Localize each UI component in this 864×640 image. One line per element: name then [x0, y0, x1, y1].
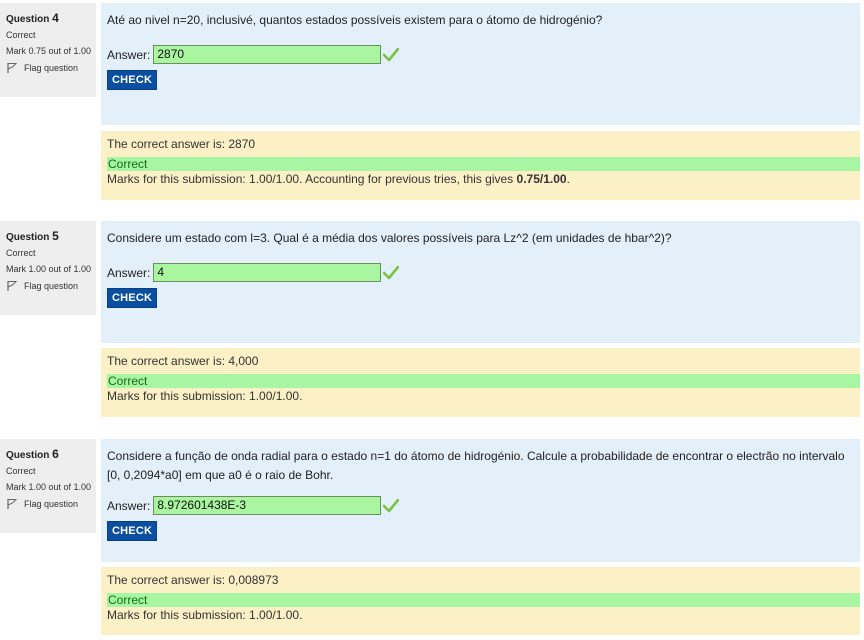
flag-question-link[interactable]: Flag question	[6, 498, 96, 510]
question-formulation: Considere a função de onda radial para o…	[101, 439, 860, 562]
question-formulation: Até ao nivel n=20, inclusivé, quantos es…	[101, 3, 860, 125]
marks-prefix: Marks for this submission: 1.00/1.00. Ac…	[107, 172, 517, 186]
question-6: Question 6 Correct Mark 1.00 out of 1.00…	[0, 439, 864, 639]
answer-label: Answer:	[107, 47, 151, 62]
check-button[interactable]: CHECK	[107, 288, 158, 308]
flag-icon	[7, 499, 18, 509]
question-formulation: Considere um estado com l=3. Qual é a mé…	[101, 221, 860, 343]
answer-row: Answer: 4	[107, 263, 854, 282]
question-text: Até ao nivel n=20, inclusivé, quantos es…	[107, 13, 603, 27]
marks-prefix: Marks for this submission: 1.00/1.00.	[107, 389, 303, 403]
answer-label: Answer:	[107, 265, 151, 280]
marks-suffix: .	[566, 172, 570, 186]
check-mark-icon	[383, 498, 400, 512]
correct-answer: The correct answer is: 2870	[107, 137, 256, 151]
flag-question-label: Flag question	[24, 281, 79, 291]
question-info: Question 6 Correct Mark 1.00 out of 1.00…	[0, 439, 96, 533]
question-label: Question	[6, 232, 50, 243]
answer-input[interactable]: 2870	[153, 45, 382, 64]
flag-question-label: Flag question	[24, 499, 79, 509]
flag-icon	[7, 63, 18, 73]
question-4: Question 4 Correct Mark 0.75 out of 1.00…	[0, 3, 864, 203]
question-outcome: The correct answer is: 0,008973 Correct …	[101, 567, 860, 635]
question-state: Correct	[6, 248, 36, 258]
flag-question-link[interactable]: Flag question	[6, 280, 96, 292]
question-number-value: 5	[52, 229, 59, 243]
marks-text: Marks for this submission: 1.00/1.00. Ac…	[107, 172, 854, 186]
check-button[interactable]: CHECK	[107, 521, 158, 541]
flag-icon	[7, 281, 18, 291]
question-info: Question 5 Correct Mark 1.00 out of 1.00…	[0, 221, 96, 315]
question-grade: Mark 1.00 out of 1.00	[6, 482, 92, 492]
question-number: Question 5	[6, 229, 96, 243]
question-5: Question 5 Correct Mark 1.00 out of 1.00…	[0, 221, 864, 421]
answer-row: Answer: 2870	[107, 45, 854, 64]
question-label: Question	[6, 14, 50, 25]
answer-input[interactable]: 8.972601438E-3	[153, 496, 382, 515]
marks-text: Marks for this submission: 1.00/1.00.	[107, 608, 854, 622]
check-mark-icon	[383, 47, 400, 61]
marks-text: Marks for this submission: 1.00/1.00.	[107, 389, 854, 403]
correct-answer: The correct answer is: 4,000	[107, 354, 259, 368]
feedback-correct: Correct	[107, 374, 860, 388]
correct-answer: The correct answer is: 0,008973	[107, 573, 279, 587]
question-number-value: 4	[52, 11, 59, 25]
question-state: Correct	[6, 466, 36, 476]
question-outcome: The correct answer is: 4,000 Correct Mar…	[101, 348, 860, 417]
check-button[interactable]: CHECK	[107, 70, 158, 90]
flag-question-link[interactable]: Flag question	[6, 62, 96, 74]
question-grade: Mark 0.75 out of 1.00	[6, 46, 92, 56]
question-grade: Mark 1.00 out of 1.00	[6, 264, 92, 274]
flag-question-label: Flag question	[24, 63, 79, 73]
question-number: Question 4	[6, 11, 96, 25]
marks-final: 0.75/1.00	[516, 172, 567, 186]
question-state: Correct	[6, 30, 36, 40]
feedback-correct: Correct	[107, 157, 860, 171]
answer-row: Answer: 8.972601438E-3	[107, 496, 854, 515]
question-outcome: The correct answer is: 2870 Correct Mark…	[101, 131, 860, 200]
feedback-correct: Correct	[107, 593, 860, 607]
question-info: Question 4 Correct Mark 0.75 out of 1.00…	[0, 3, 96, 97]
question-label: Question	[6, 450, 50, 461]
question-number: Question 6	[6, 447, 96, 461]
question-text: Considere um estado com l=3. Qual é a mé…	[107, 231, 672, 245]
check-mark-icon	[383, 265, 400, 279]
question-text: Considere a função de onda radial para o…	[107, 449, 845, 482]
answer-label: Answer:	[107, 498, 151, 513]
question-number-value: 6	[52, 447, 59, 461]
answer-input[interactable]: 4	[153, 263, 382, 282]
marks-prefix: Marks for this submission: 1.00/1.00.	[107, 608, 303, 622]
